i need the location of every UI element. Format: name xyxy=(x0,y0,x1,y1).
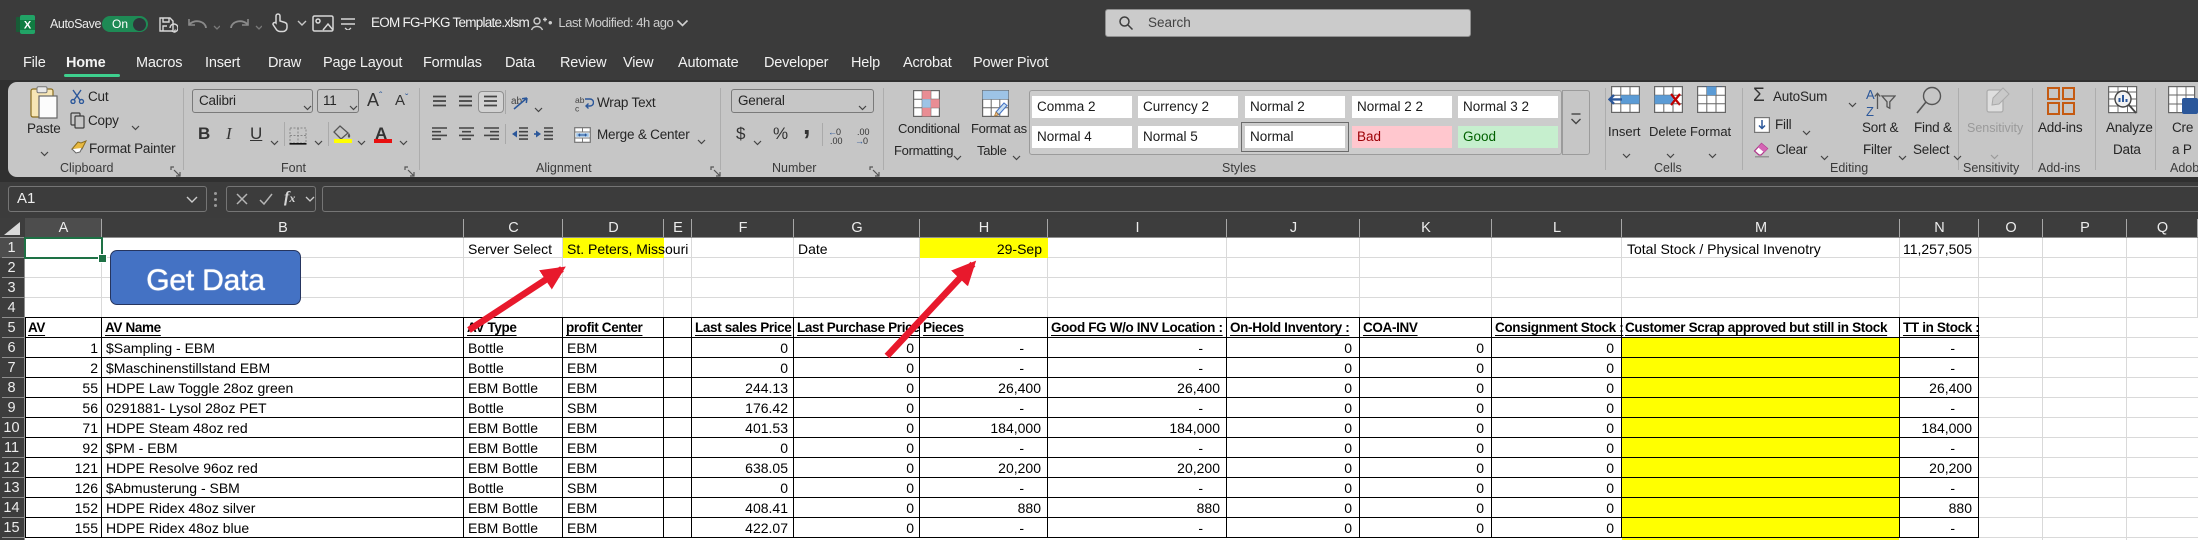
svg-text:0: 0 xyxy=(863,136,868,146)
svg-text:.00: .00 xyxy=(830,136,843,146)
svg-text:X: X xyxy=(24,20,32,32)
svg-text:A: A xyxy=(1866,87,1875,102)
svg-text:ab: ab xyxy=(511,96,523,107)
svg-text:Z: Z xyxy=(1866,104,1874,117)
